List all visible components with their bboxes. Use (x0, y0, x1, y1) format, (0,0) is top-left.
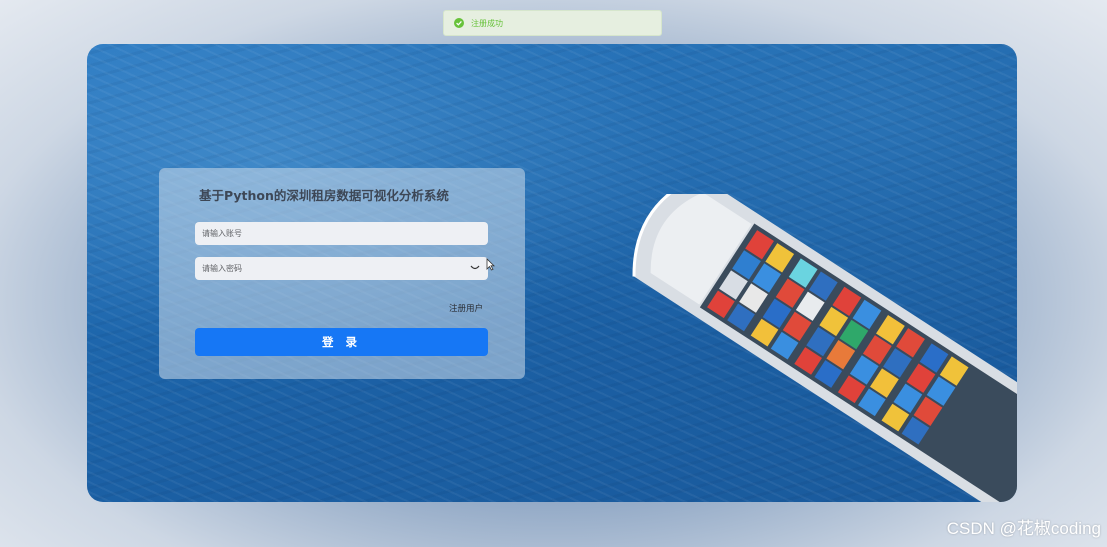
eye-closed-icon[interactable] (470, 265, 480, 271)
mouse-cursor-icon (486, 258, 495, 271)
login-button[interactable]: 登 录 (195, 328, 488, 356)
login-title: 基于Python的深圳租房数据可视化分析系统 (199, 188, 449, 203)
login-card: 基于Python的深圳租房数据可视化分析系统 请输入账号 请输入密码 注册用户 … (159, 168, 525, 379)
password-placeholder: 请输入密码 (202, 264, 242, 273)
account-input[interactable]: 请输入账号 (195, 222, 488, 245)
password-input[interactable]: 请输入密码 (195, 257, 488, 280)
cargo-ship-image (632, 194, 1017, 502)
check-circle-icon (454, 18, 464, 28)
watermark: CSDN @花椒coding (946, 519, 1101, 538)
background-panel: 基于Python的深圳租房数据可视化分析系统 请输入账号 请输入密码 注册用户 … (87, 44, 1017, 502)
toast-message: 注册成功 (471, 18, 503, 28)
success-toast: 注册成功 (443, 10, 662, 36)
register-link[interactable]: 注册用户 (449, 302, 483, 314)
